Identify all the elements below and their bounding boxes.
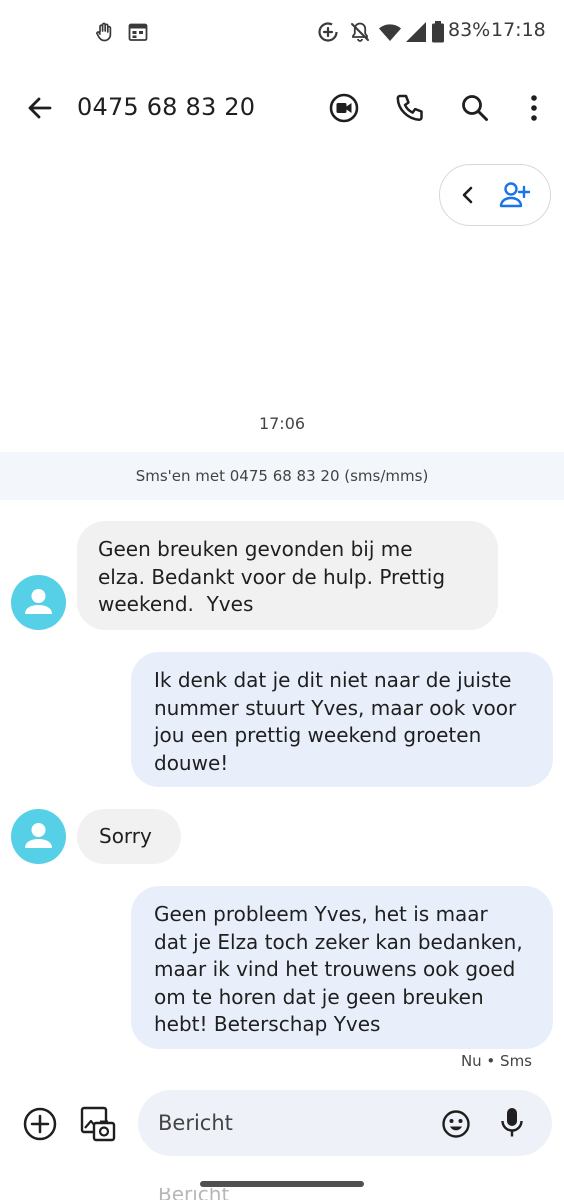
incoming-message-bubble[interactable]: Sorry: [77, 809, 181, 864]
message-composer: Bericht: [0, 1086, 564, 1162]
outgoing-message-bubble[interactable]: Geen probleem Yves, het is maar dat je E…: [131, 886, 553, 1049]
conversation-title: 0475 68 83 20: [77, 93, 256, 121]
message-line: Geen breuken gevonden bij me: [98, 537, 413, 561]
status-bar: 83% 17:18: [0, 0, 564, 64]
battery-percentage: 83%: [448, 19, 491, 41]
gesture-nav-handle[interactable]: [200, 1181, 364, 1187]
video-call-icon[interactable]: [322, 86, 366, 130]
phone-icon[interactable]: [387, 86, 431, 130]
message-line: Ik denk dat je dit niet naar de juiste: [154, 668, 512, 692]
more-vert-icon[interactable]: [512, 86, 556, 130]
emoji-icon[interactable]: [440, 1108, 472, 1140]
add-circle-icon[interactable]: [20, 1104, 60, 1144]
mute-icon: [351, 22, 369, 42]
message-line: om te horen dat je geen breuken: [154, 984, 484, 1009]
hand-icon: [96, 22, 112, 42]
calendar-icon: [128, 23, 148, 41]
message-line: dat je Elza toch zeker kan bedanken,: [154, 929, 523, 954]
data-saver-icon: [318, 22, 338, 42]
message-line: elza. Bedankt voor de hulp. Prettig: [98, 564, 446, 589]
person-icon: [25, 589, 52, 614]
message-line: douwe!: [154, 750, 229, 775]
conversation-timestamp: 17:06: [258, 414, 306, 433]
message-line: Sorry: [99, 824, 152, 848]
add-contact-icon[interactable]: [498, 181, 530, 209]
app-bar: 0475 68 83 20: [0, 72, 564, 144]
mic-icon[interactable]: [498, 1106, 526, 1140]
ghost-placeholder: Bericht: [158, 1188, 230, 1200]
wifi-icon: [379, 24, 401, 41]
incoming-message-bubble[interactable]: Geen breuken gevonden bij me elza. Bedan…: [77, 521, 498, 630]
contact-avatar[interactable]: [11, 575, 66, 630]
status-time: 17:18: [491, 19, 546, 41]
gallery-icon[interactable]: [78, 1104, 118, 1144]
message-line: Geen probleem Yves, het is maar: [154, 902, 488, 926]
search-icon[interactable]: [453, 86, 497, 130]
message-placeholder: Bericht: [158, 1111, 233, 1135]
message-line: nummer stuurt Yves, maar ook voor: [154, 695, 517, 720]
person-icon: [25, 823, 52, 848]
message-line: weekend. Yves: [98, 592, 254, 616]
message-status: Nu • Sms: [460, 1052, 532, 1070]
sms-info-banner: Sms'en met 0475 68 83 20 (sms/mms): [0, 452, 564, 500]
contact-avatar[interactable]: [11, 809, 66, 864]
message-line: hebt! Beterschap Yves: [154, 1012, 381, 1036]
signal-icon: [406, 22, 426, 42]
ghost-composer-strip: Bericht: [0, 1188, 564, 1200]
message-input[interactable]: Bericht: [138, 1090, 552, 1156]
message-line: maar ik vind het trouwens ook goed: [154, 957, 516, 981]
chevron-left-icon[interactable]: [456, 183, 480, 207]
outgoing-message-bubble[interactable]: Ik denk dat je dit niet naar de juiste n…: [131, 652, 553, 787]
battery-icon: [432, 21, 444, 43]
add-contact-pill[interactable]: [439, 164, 551, 226]
message-line: jou een prettig weekend groeten: [154, 723, 482, 747]
back-arrow-icon[interactable]: [20, 88, 60, 128]
